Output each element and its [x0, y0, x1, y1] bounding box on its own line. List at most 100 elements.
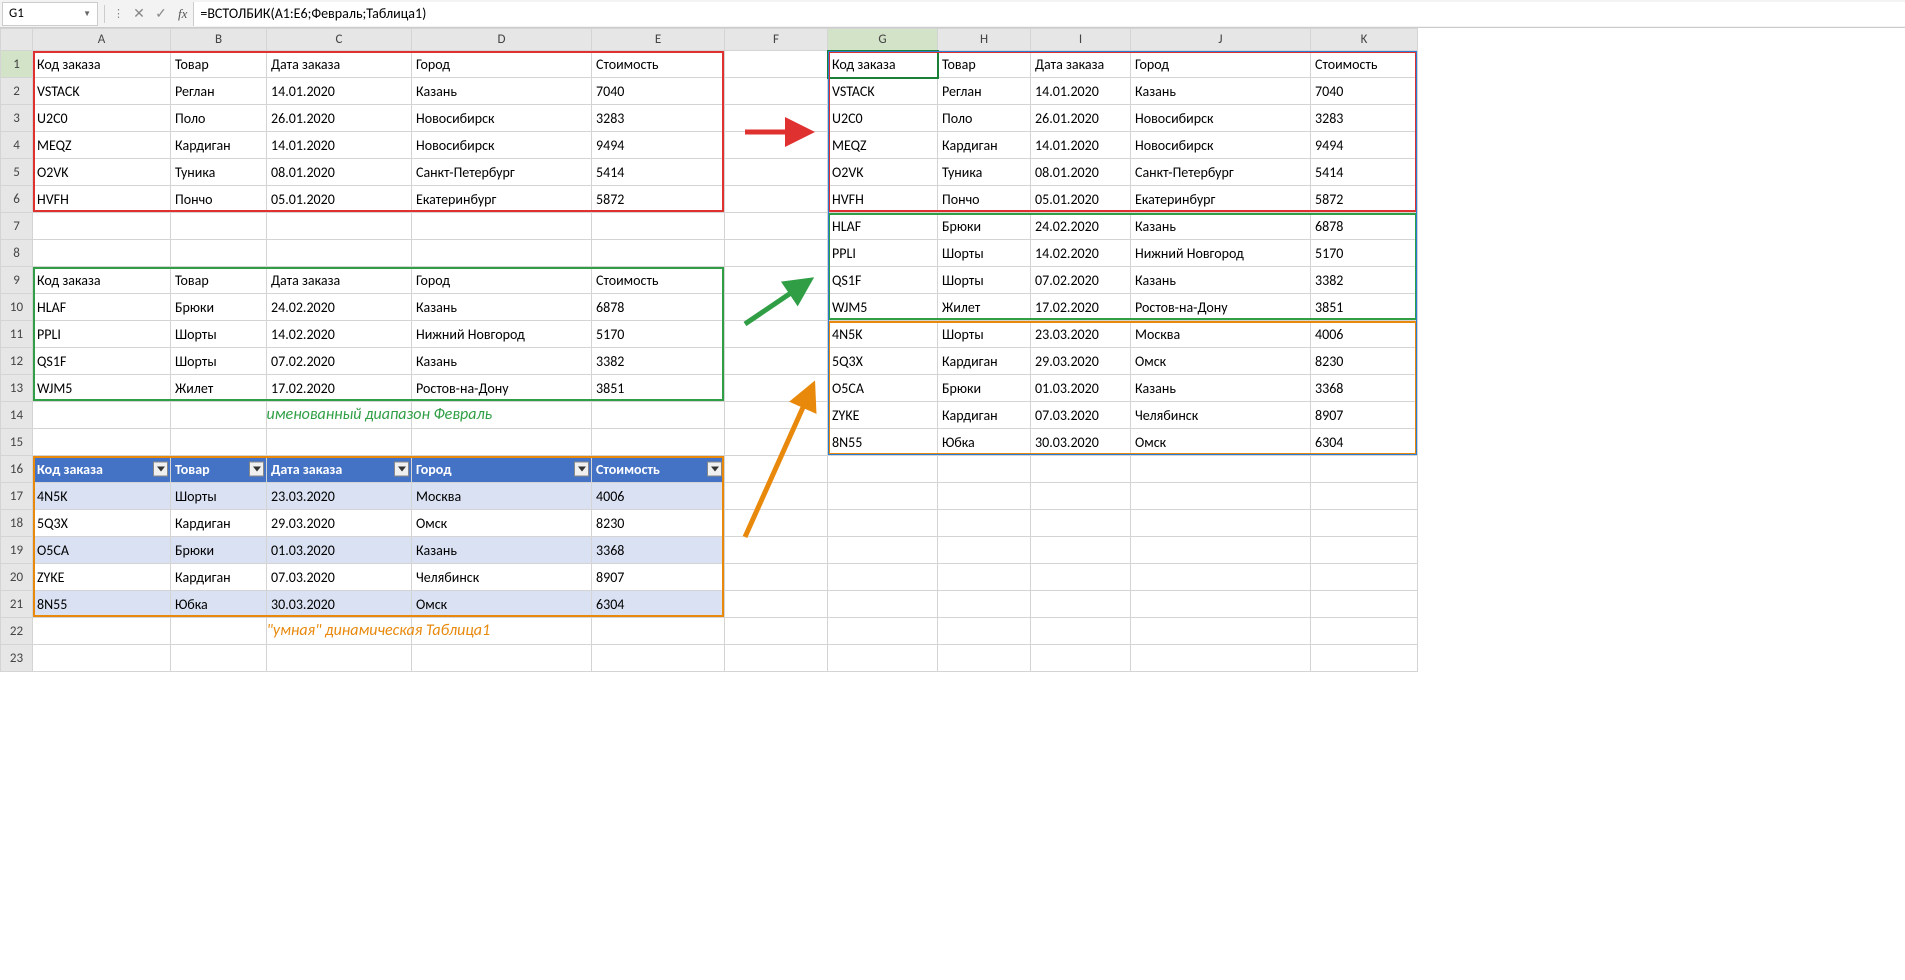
cell-B5[interactable]: Туника [171, 159, 267, 186]
col-header-E[interactable]: E [592, 29, 725, 51]
row-header-18[interactable]: 18 [1, 510, 33, 537]
formula-input[interactable] [193, 2, 1905, 26]
cell-H2[interactable]: Реглан [938, 78, 1031, 105]
cell-K22[interactable] [1311, 618, 1418, 645]
cell-B7[interactable] [171, 213, 267, 240]
cell-K16[interactable] [1311, 456, 1418, 483]
cell-K21[interactable] [1311, 591, 1418, 618]
filter-button[interactable] [574, 462, 589, 477]
cell-J18[interactable] [1131, 510, 1311, 537]
cell-D6[interactable]: Екатеринбург [412, 186, 592, 213]
cell-A11[interactable]: PPLI [33, 321, 171, 348]
cell-I16[interactable] [1031, 456, 1131, 483]
cell-C21[interactable]: 30.03.2020 [267, 591, 412, 618]
cell-K4[interactable]: 9494 [1311, 132, 1418, 159]
cell-B4[interactable]: Кардиган [171, 132, 267, 159]
cell-H4[interactable]: Кардиган [938, 132, 1031, 159]
cell-H12[interactable]: Кардиган [938, 348, 1031, 375]
cell-A1[interactable]: Код заказа [33, 51, 171, 78]
cell-G2[interactable]: VSTACK [828, 78, 938, 105]
cell-D17[interactable]: Москва [412, 483, 592, 510]
cell-D9[interactable]: Город [412, 267, 592, 294]
cell-B6[interactable]: Пончо [171, 186, 267, 213]
cell-H13[interactable]: Брюки [938, 375, 1031, 402]
row-header-11[interactable]: 11 [1, 321, 33, 348]
cell-J21[interactable] [1131, 591, 1311, 618]
cell-I3[interactable]: 26.01.2020 [1031, 105, 1131, 132]
cell-A6[interactable]: HVFH [33, 186, 171, 213]
cell-B13[interactable]: Жилет [171, 375, 267, 402]
cell-H17[interactable] [938, 483, 1031, 510]
cell-J3[interactable]: Новосибирск [1131, 105, 1311, 132]
row-header-19[interactable]: 19 [1, 537, 33, 564]
cell-G5[interactable]: O2VK [828, 159, 938, 186]
cell-F15[interactable] [725, 429, 828, 456]
cell-K12[interactable]: 8230 [1311, 348, 1418, 375]
cell-I17[interactable] [1031, 483, 1131, 510]
cell-J20[interactable] [1131, 564, 1311, 591]
cell-A10[interactable]: HLAF [33, 294, 171, 321]
row-header-23[interactable]: 23 [1, 645, 33, 672]
col-header-I[interactable]: I [1031, 29, 1131, 51]
cell-K1[interactable]: Стоимость [1311, 51, 1418, 78]
cell-E18[interactable]: 8230 [592, 510, 725, 537]
cell-C12[interactable]: 07.02.2020 [267, 348, 412, 375]
cell-J17[interactable] [1131, 483, 1311, 510]
name-box[interactable]: G1 ▼ [2, 2, 98, 26]
cell-E19[interactable]: 3368 [592, 537, 725, 564]
cell-B21[interactable]: Юбка [171, 591, 267, 618]
row-header-21[interactable]: 21 [1, 591, 33, 618]
filter-button[interactable] [394, 462, 409, 477]
cell-F11[interactable] [725, 321, 828, 348]
cell-J22[interactable] [1131, 618, 1311, 645]
cell-H23[interactable] [938, 645, 1031, 672]
cell-G14[interactable]: ZYKE [828, 402, 938, 429]
enter-icon[interactable]: ✓ [150, 3, 172, 25]
cell-A17[interactable]: 4N5K [33, 483, 171, 510]
cell-A19[interactable]: O5CA [33, 537, 171, 564]
cell-E8[interactable] [592, 240, 725, 267]
cell-A23[interactable] [33, 645, 171, 672]
row-header-22[interactable]: 22 [1, 618, 33, 645]
cell-I23[interactable] [1031, 645, 1131, 672]
cell-H10[interactable]: Жилет [938, 294, 1031, 321]
cell-K10[interactable]: 3851 [1311, 294, 1418, 321]
cell-D12[interactable]: Казань [412, 348, 592, 375]
cell-A20[interactable]: ZYKE [33, 564, 171, 591]
cell-D5[interactable]: Санкт-Петербург [412, 159, 592, 186]
cell-D23[interactable] [412, 645, 592, 672]
cell-K19[interactable] [1311, 537, 1418, 564]
cell-C18[interactable]: 29.03.2020 [267, 510, 412, 537]
cell-E7[interactable] [592, 213, 725, 240]
cell-A16[interactable]: Код заказа [33, 456, 171, 483]
cell-G12[interactable]: 5Q3X [828, 348, 938, 375]
cell-H14[interactable]: Кардиган [938, 402, 1031, 429]
cell-D19[interactable]: Казань [412, 537, 592, 564]
cell-I2[interactable]: 14.01.2020 [1031, 78, 1131, 105]
cell-A3[interactable]: U2C0 [33, 105, 171, 132]
cell-I15[interactable]: 30.03.2020 [1031, 429, 1131, 456]
cell-D4[interactable]: Новосибирск [412, 132, 592, 159]
cell-J14[interactable]: Челябинск [1131, 402, 1311, 429]
cell-C15[interactable] [267, 429, 412, 456]
cell-B23[interactable] [171, 645, 267, 672]
cell-G11[interactable]: 4N5K [828, 321, 938, 348]
cell-G19[interactable] [828, 537, 938, 564]
cell-J5[interactable]: Санкт-Петербург [1131, 159, 1311, 186]
cell-A8[interactable] [33, 240, 171, 267]
cell-H1[interactable]: Товар [938, 51, 1031, 78]
cell-H21[interactable] [938, 591, 1031, 618]
cell-G23[interactable] [828, 645, 938, 672]
cell-I8[interactable]: 14.02.2020 [1031, 240, 1131, 267]
cell-J9[interactable]: Казань [1131, 267, 1311, 294]
cell-J1[interactable]: Город [1131, 51, 1311, 78]
cell-G18[interactable] [828, 510, 938, 537]
cell-F3[interactable] [725, 105, 828, 132]
col-header-G[interactable]: G [828, 29, 938, 51]
cell-E15[interactable] [592, 429, 725, 456]
cell-I18[interactable] [1031, 510, 1131, 537]
cell-K20[interactable] [1311, 564, 1418, 591]
cell-A7[interactable] [33, 213, 171, 240]
cell-B17[interactable]: Шорты [171, 483, 267, 510]
cell-A15[interactable] [33, 429, 171, 456]
